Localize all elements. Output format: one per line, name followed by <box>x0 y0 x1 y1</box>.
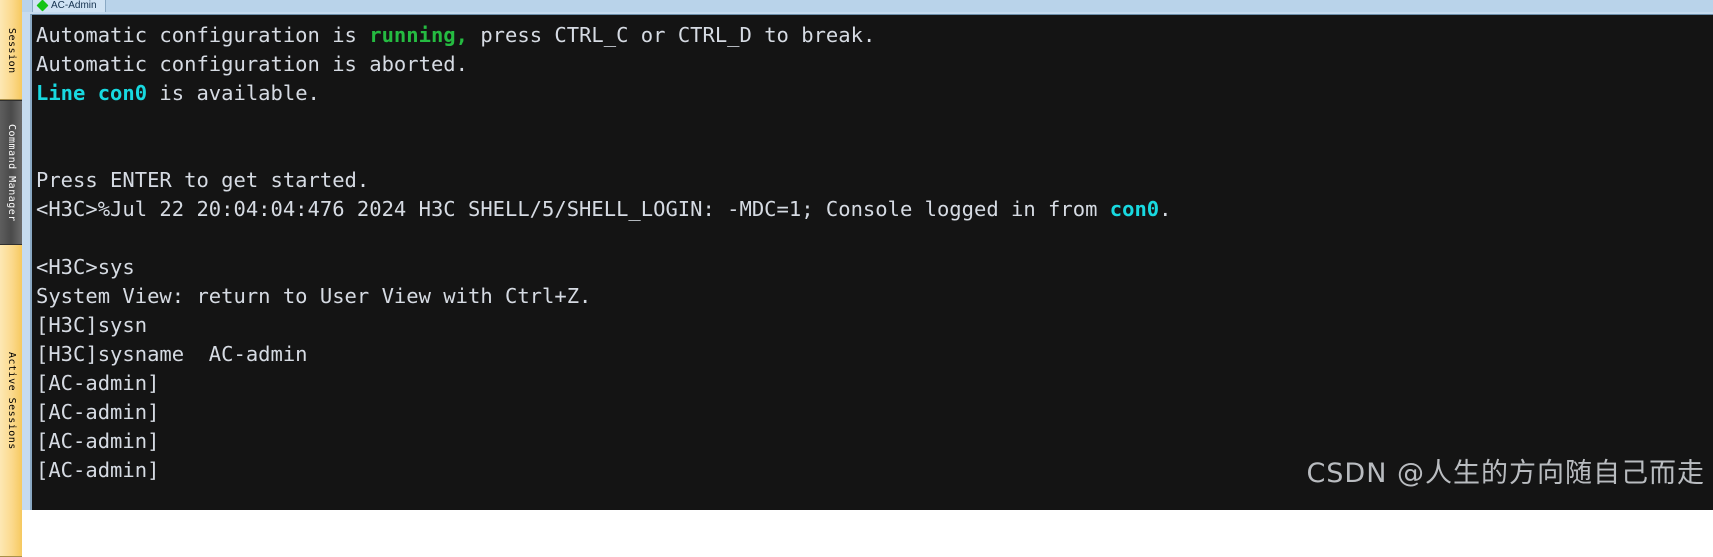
sidebar-tab-active-sessions-label: Active Sessions <box>6 351 17 450</box>
terminal-line: <H3C>sys <box>36 253 1713 282</box>
terminal-line: System View: return to User View with Ct… <box>36 282 1713 311</box>
window-bottom-strip <box>22 510 1713 557</box>
left-vertical-tab-bar: Session Manager Command Manager Active S… <box>0 0 22 557</box>
terminal-text-segment: is available. <box>147 81 320 105</box>
terminal-text-segment: [H3C]sysn <box>36 313 148 337</box>
terminal-console[interactable]: Automatic configuration is running, pres… <box>30 14 1713 510</box>
terminal-text-segment: System View: return to User View with Ct… <box>36 284 592 308</box>
terminal-text-segment: Line con0 <box>36 81 148 105</box>
session-tab-ac-admin-label: AC-Admin <box>51 0 97 11</box>
terminal-line: [AC-admin] <box>36 369 1713 398</box>
sidebar-tab-command-manager-label: Command Manager <box>6 123 17 222</box>
terminal-line: [H3C]sysname AC-admin <box>36 340 1713 369</box>
session-tab-ac-admin[interactable]: AC-Admin <box>32 0 106 12</box>
terminal-text-segment: [AC-admin] <box>36 371 160 395</box>
terminal-text-segment: <H3C>sys <box>36 255 135 279</box>
terminal-text-segment: , <box>455 23 468 47</box>
terminal-text-segment: [H3C]sysname AC-admin <box>36 342 308 366</box>
terminal-line: Press ENTER to get started. <box>36 166 1713 195</box>
terminal-text-segment: . <box>1159 197 1172 221</box>
csdn-watermark: CSDN @人生的方向随自己而走 <box>1306 458 1705 489</box>
session-tab-strip: AC-Admin <box>22 0 1713 12</box>
terminal-frame: Automatic configuration is running, pres… <box>22 12 1713 510</box>
terminal-line: [AC-admin] <box>36 398 1713 427</box>
terminal-text-segment: con0 <box>1109 197 1160 221</box>
terminal-text-segment: press CTRL_C or CTRL_D to break. <box>468 23 876 47</box>
green-diamond-icon <box>36 0 49 12</box>
terminal-application-window: Session Manager Command Manager Active S… <box>0 0 1713 557</box>
terminal-line: Automatic configuration is aborted. <box>36 50 1713 79</box>
sidebar-tab-command-manager[interactable]: Command Manager <box>0 100 22 245</box>
terminal-line: [H3C]sysn <box>36 311 1713 340</box>
terminal-text-segment: Press ENTER to get started. <box>36 168 370 192</box>
terminal-text-segment: [AC-admin] <box>36 458 160 482</box>
terminal-text-segment: Automatic configuration is <box>36 23 370 47</box>
terminal-output: Automatic configuration is running, pres… <box>36 21 1713 485</box>
terminal-text-segment: Automatic configuration is aborted. <box>36 52 468 76</box>
terminal-text-segment: [AC-admin] <box>36 429 160 453</box>
terminal-text-segment: [AC-admin] <box>36 400 160 424</box>
sidebar-tab-active-sessions[interactable]: Active Sessions <box>0 245 22 557</box>
terminal-line: Line con0 is available. <box>36 79 1713 108</box>
sidebar-tab-session-manager-label: Session Manager <box>6 27 17 74</box>
sidebar-tab-session-manager[interactable]: Session Manager <box>0 0 22 100</box>
terminal-line: <H3C>%Jul 22 20:04:04:476 2024 H3C SHELL… <box>36 195 1713 224</box>
terminal-line: Automatic configuration is running, pres… <box>36 21 1713 50</box>
terminal-text-segment: running <box>369 23 456 47</box>
main-content-area: AC-Admin Automatic configuration is runn… <box>22 0 1713 557</box>
terminal-text-segment: <H3C>%Jul 22 20:04:04:476 2024 H3C SHELL… <box>36 197 1110 221</box>
